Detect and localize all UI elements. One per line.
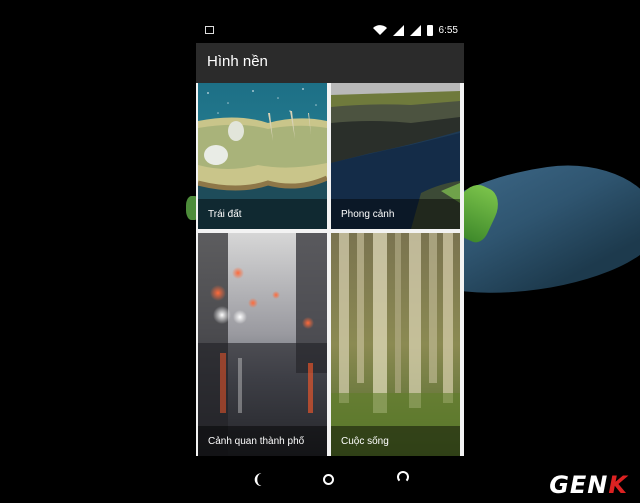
battery-icon — [426, 24, 433, 36]
signal-icon — [409, 24, 421, 36]
wallpaper-category-cityscape[interactable]: Cảnh quan thành phố — [198, 233, 327, 456]
wallpaper-grid: Trái đất Phong cảnh Cảnh quan thành phố … — [196, 83, 464, 456]
signal-icon — [392, 24, 404, 36]
recents-icon[interactable] — [397, 471, 409, 483]
life-thumbnail — [331, 233, 460, 456]
status-icons: 6:55 — [372, 23, 458, 37]
tile-label-bar: Phong cảnh — [331, 199, 460, 229]
app-bar: Hình nền — [196, 43, 464, 83]
wallpaper-category-label: Cuộc sống — [341, 436, 389, 447]
tile-label-bar: Cuộc sống — [331, 426, 460, 456]
image-notification-icon — [205, 26, 214, 34]
home-icon[interactable] — [323, 474, 334, 485]
navigation-bar: ❨ — [196, 456, 464, 503]
back-icon[interactable]: ❨ — [252, 472, 264, 486]
wallpaper-category-life[interactable]: Cuộc sống — [331, 233, 460, 456]
page-title: Hình nền — [207, 53, 268, 70]
status-bar: 6:55 — [196, 17, 464, 43]
status-clock: 6:55 — [438, 24, 458, 36]
tile-label-bar: Trái đất — [198, 199, 327, 229]
phone-screen: 6:55 Hình nền Trái đất Phong cảnh Cảnh q… — [196, 17, 464, 503]
genk-watermark-logo: GENK — [549, 471, 628, 499]
wallpaper-category-earth[interactable]: Trái đất — [198, 83, 327, 229]
wallpaper-category-label: Trái đất — [208, 209, 242, 220]
wallpaper-category-landscape[interactable]: Phong cảnh — [331, 83, 460, 229]
tile-label-bar: Cảnh quan thành phố — [198, 426, 327, 456]
cityscape-thumbnail — [198, 233, 327, 456]
wallpaper-category-label: Phong cảnh — [341, 209, 395, 220]
wifi-icon — [372, 24, 387, 35]
wallpaper-category-label: Cảnh quan thành phố — [208, 436, 305, 447]
